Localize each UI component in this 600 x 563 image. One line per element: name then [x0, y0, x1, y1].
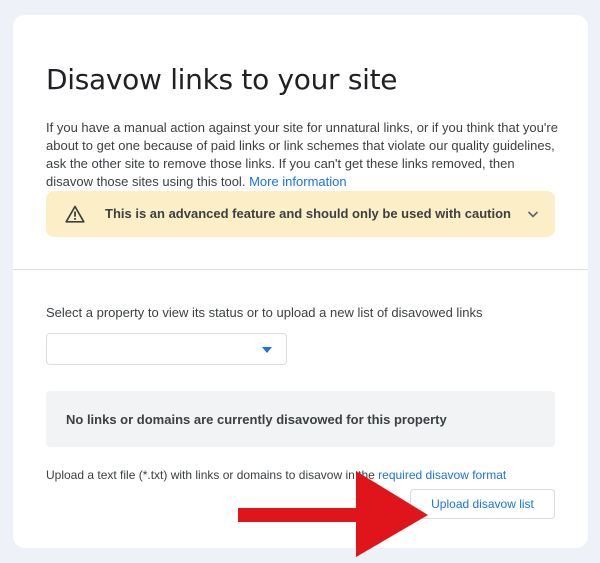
more-information-link[interactable]: More information — [249, 174, 347, 189]
chevron-down-icon[interactable] — [527, 208, 539, 220]
red-arrow-annotation — [238, 471, 428, 557]
caution-banner[interactable]: This is an advanced feature and should o… — [46, 191, 555, 237]
disavow-card: Disavow links to your site If you have a… — [13, 15, 588, 557]
disavow-status-box: No links or domains are currently disavo… — [46, 391, 555, 447]
page-title: Disavow links to your site — [46, 63, 398, 96]
warning-triangle-icon — [65, 205, 85, 223]
disavow-status-text: No links or domains are currently disavo… — [66, 412, 447, 427]
section-divider — [13, 269, 588, 270]
upload-disavow-list-button[interactable]: Upload disavow list — [410, 489, 555, 519]
property-dropdown[interactable] — [46, 333, 287, 365]
caret-down-icon — [262, 347, 272, 353]
caution-text: This is an advanced feature and should o… — [105, 206, 511, 221]
property-select-label: Select a property to view its status or … — [46, 305, 483, 320]
intro-paragraph: If you have a manual action against your… — [46, 119, 561, 191]
